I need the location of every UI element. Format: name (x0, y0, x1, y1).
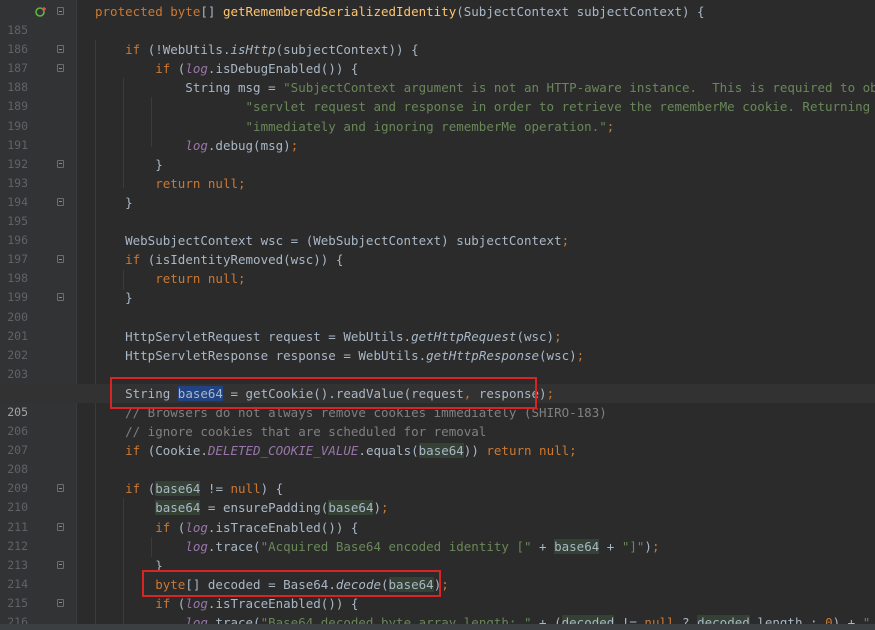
code-text: } (95, 156, 163, 172)
code-line[interactable]: 207 // ignore cookies that are scheduled… (0, 422, 875, 457)
code-editor[interactable]: 185 protected byte[] getRememberedSerial… (0, 0, 875, 630)
fold-marker-icon[interactable] (57, 484, 64, 493)
code-line[interactable]: 194 return null; (0, 174, 875, 209)
code-text: log.debug(msg); (185, 137, 299, 153)
code-text: HttpServletRequest request = WebUtils.ge… (95, 328, 562, 344)
code-line[interactable]: 208 if (Cookie.DELETED_COOKIE_VALUE.equa… (0, 441, 875, 476)
code-line[interactable]: 189 String msg = "SubjectContext argumen… (0, 78, 875, 113)
code-text: if (base64 != null) { (125, 481, 284, 497)
code-text: WebSubjectContext wsc = (WebSubjectConte… (95, 233, 570, 249)
code-text: return null; (155, 271, 246, 287)
annotation-box-line-205 (110, 377, 537, 409)
code-line[interactable]: 209 (0, 460, 875, 495)
code-line[interactable]: 190 "servlet request and response in ord… (0, 97, 875, 132)
code-line[interactable]: 192 log.debug(msg); (0, 136, 875, 171)
fold-marker-icon[interactable] (57, 522, 64, 531)
fold-marker-icon[interactable] (57, 45, 64, 54)
code-line[interactable]: 187 if (!WebUtils.isHttp(subjectContext)… (0, 40, 875, 75)
fold-marker-icon[interactable] (57, 197, 64, 206)
code-text: "servlet request and response in order t… (245, 99, 875, 115)
code-lines: 185 protected byte[] getRememberedSerial… (0, 2, 875, 630)
code-text: if (log.isDebugEnabled()) { (155, 61, 359, 77)
code-line[interactable]: 197 WebSubjectContext wsc = (WebSubjectC… (0, 231, 875, 266)
code-text: HttpServletResponse response = WebUtils.… (95, 347, 585, 363)
code-text: String msg = "SubjectContext argument is… (95, 80, 875, 96)
code-text: base64 = ensurePadding(base64); (155, 500, 389, 516)
code-line[interactable]: 211 base64 = ensurePadding(base64); (0, 498, 875, 534)
code-line[interactable]: 195 } (0, 193, 875, 228)
annotation-box-line-215 (142, 570, 441, 597)
code-comment: // ignore cookies that are scheduled for… (95, 424, 487, 440)
code-text: protected byte[] getRememberedSerialized… (95, 4, 705, 19)
code-line[interactable]: 193 } (0, 155, 875, 190)
code-text: return null; (155, 175, 246, 191)
code-line[interactable]: 213 log.trace("Acquired Base64 encoded i… (0, 537, 875, 572)
code-line[interactable]: 185 protected byte[] getRememberedSerial… (0, 2, 875, 37)
code-line[interactable]: 199 return null; (0, 269, 875, 304)
code-line[interactable]: 201 (0, 308, 875, 343)
code-text: log.trace("Acquired Base64 encoded ident… (185, 538, 660, 554)
fold-marker-icon[interactable] (57, 159, 64, 168)
fold-marker-icon[interactable] (57, 598, 64, 607)
editor-bottom-edge (0, 624, 875, 630)
fold-marker-icon[interactable] (57, 64, 64, 73)
code-text: } (95, 194, 133, 210)
code-line[interactable]: 202 HttpServletRequest request = WebUtil… (0, 327, 875, 362)
code-text: if (Cookie.DELETED_COOKIE_VALUE.equals(b… (125, 443, 577, 459)
fold-marker-icon[interactable] (57, 293, 64, 302)
code-line[interactable]: 203 HttpServletResponse response = WebUt… (0, 346, 875, 381)
code-line[interactable]: 188 if (log.isDebugEnabled()) { (0, 59, 875, 94)
code-text: if (log.isTraceEnabled()) { (155, 519, 359, 535)
fold-marker-icon[interactable] (57, 7, 64, 15)
code-line[interactable]: 212 if (log.isTraceEnabled()) { (0, 518, 875, 553)
fold-marker-icon[interactable] (57, 255, 64, 264)
code-line[interactable]: 186 (0, 21, 875, 56)
code-text: "immediately and ignoring rememberMe ope… (245, 118, 615, 134)
code-line[interactable]: 196 (0, 212, 875, 247)
code-line[interactable]: 200 } (0, 288, 875, 323)
code-line[interactable]: 191 "immediately and ignoring rememberMe… (0, 117, 875, 152)
code-text: if (isIdentityRemoved(wsc)) { (125, 252, 344, 268)
fold-marker-icon[interactable] (57, 560, 64, 569)
code-text: if (!WebUtils.isHttp(subjectContext)) { (125, 42, 419, 58)
code-line[interactable]: 198 if (isIdentityRemoved(wsc)) { (0, 250, 875, 285)
code-text: } (95, 290, 133, 306)
code-line[interactable]: 210 if (base64 != null) { (0, 479, 875, 514)
